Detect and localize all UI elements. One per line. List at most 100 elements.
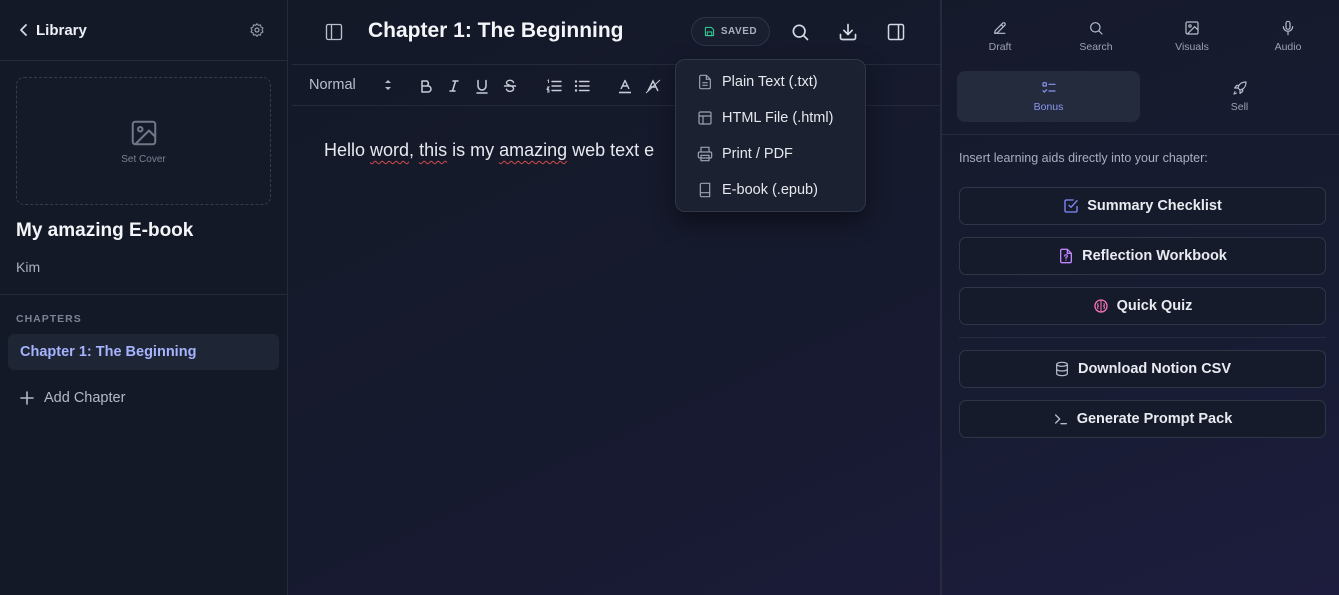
export-option-label: E-book (.epub) bbox=[722, 182, 818, 198]
gear-icon[interactable] bbox=[249, 22, 265, 38]
italic-icon bbox=[449, 80, 459, 92]
content-text: is my bbox=[447, 140, 500, 160]
tab-visuals[interactable]: Visuals bbox=[1157, 20, 1227, 53]
file-text-icon bbox=[697, 74, 713, 90]
tab-label: Visuals bbox=[1175, 41, 1209, 53]
list-check-icon bbox=[1041, 80, 1057, 96]
search-button[interactable] bbox=[788, 20, 812, 44]
export-epub-option[interactable]: E-book (.epub) bbox=[676, 172, 865, 208]
editor-content[interactable]: Hello word, this is my amazing web text … bbox=[324, 140, 654, 161]
misspelled-word: word bbox=[370, 140, 410, 160]
underline-button[interactable] bbox=[472, 76, 492, 96]
bold-icon bbox=[421, 80, 432, 93]
text-style-select[interactable]: Normal bbox=[309, 77, 356, 93]
action-label: Generate Prompt Pack bbox=[1076, 411, 1233, 427]
action-label: Quick Quiz bbox=[1116, 298, 1193, 314]
left-sidebar: Library Set Cover My amazing E-book Kim … bbox=[0, 0, 288, 595]
tab-draft[interactable]: Draft bbox=[965, 20, 1035, 53]
export-html-option[interactable]: HTML File (.html) bbox=[676, 100, 865, 136]
editor-header: Chapter 1: The Beginning SAVED bbox=[288, 0, 940, 64]
content-text: Hello bbox=[324, 140, 371, 160]
book-title[interactable]: My amazing E-book bbox=[16, 220, 193, 242]
italic-button[interactable] bbox=[444, 76, 464, 96]
subtab-label: Bonus bbox=[1033, 101, 1064, 113]
book-author[interactable]: Kim bbox=[16, 259, 40, 275]
ordered-list-button[interactable] bbox=[544, 76, 564, 96]
set-cover-dropzone[interactable]: Set Cover bbox=[16, 77, 271, 205]
back-to-library-link[interactable]: Library bbox=[18, 22, 87, 39]
content-text: web text e bbox=[567, 140, 655, 160]
toggle-sidebar-button[interactable] bbox=[322, 20, 346, 44]
subtab-sell[interactable]: Sell bbox=[1148, 71, 1331, 122]
chapter-item[interactable]: Chapter 1: The Beginning bbox=[8, 334, 279, 370]
quick-quiz-button[interactable]: Quick Quiz bbox=[959, 287, 1326, 325]
panel-tabs: Draft Search Visuals Audio bbox=[942, 0, 1339, 66]
action-label: Summary Checklist bbox=[1087, 198, 1222, 214]
printer-icon bbox=[697, 146, 713, 162]
export-option-label: Plain Text (.txt) bbox=[722, 74, 818, 90]
panel-divider bbox=[942, 134, 1339, 135]
action-label: Reflection Workbook bbox=[1082, 248, 1227, 264]
chapter-title[interactable]: Chapter 1: The Beginning bbox=[368, 19, 624, 43]
search-icon bbox=[1088, 20, 1104, 36]
chapters-heading: CHAPTERS bbox=[16, 313, 82, 325]
layout-icon bbox=[697, 110, 713, 126]
text-color-button[interactable] bbox=[615, 76, 635, 96]
search-icon bbox=[792, 24, 809, 41]
tab-audio[interactable]: Audio bbox=[1253, 20, 1323, 53]
summary-checklist-button[interactable]: Summary Checklist bbox=[959, 187, 1326, 225]
reflection-workbook-button[interactable]: Reflection Workbook bbox=[959, 237, 1326, 275]
chevron-left-icon bbox=[18, 23, 30, 37]
download-notion-csv-button[interactable]: Download Notion CSV bbox=[959, 350, 1326, 388]
action-label: Download Notion CSV bbox=[1077, 361, 1232, 377]
status-badge: SAVED bbox=[691, 17, 770, 46]
save-status-label: SAVED bbox=[720, 26, 758, 37]
tab-label: Search bbox=[1079, 41, 1113, 53]
save-icon bbox=[704, 26, 715, 37]
export-option-label: Print / PDF bbox=[722, 146, 793, 162]
select-arrows-icon bbox=[384, 78, 392, 92]
text-color-icon bbox=[619, 79, 631, 93]
strikethrough-button[interactable] bbox=[500, 76, 520, 96]
export-txt-option[interactable]: Plain Text (.txt) bbox=[676, 64, 865, 100]
add-chapter-label: Add Chapter bbox=[44, 390, 126, 406]
check-square-icon bbox=[1063, 198, 1079, 214]
brain-icon bbox=[1093, 298, 1109, 314]
image-icon bbox=[129, 118, 159, 148]
export-option-label: HTML File (.html) bbox=[722, 110, 834, 126]
generate-prompt-pack-button[interactable]: Generate Prompt Pack bbox=[959, 400, 1326, 438]
right-panel: Draft Search Visuals Audio Bonus Sell In… bbox=[940, 0, 1339, 595]
toggle-right-panel-button[interactable] bbox=[884, 20, 908, 44]
tab-label: Draft bbox=[988, 41, 1012, 53]
highlight-icon bbox=[645, 78, 661, 93]
database-icon bbox=[1054, 361, 1070, 377]
highlight-button[interactable] bbox=[643, 76, 663, 96]
panel-left-icon bbox=[325, 23, 343, 41]
file-icon bbox=[1058, 248, 1074, 264]
back-label: Library bbox=[36, 21, 87, 39]
content-text: , bbox=[409, 140, 420, 160]
set-cover-label: Set Cover bbox=[121, 153, 166, 165]
export-pdf-option[interactable]: Print / PDF bbox=[676, 136, 865, 172]
subtab-bonus[interactable]: Bonus bbox=[957, 71, 1140, 122]
tab-search[interactable]: Search bbox=[1061, 20, 1131, 53]
terminal-icon bbox=[1053, 411, 1069, 427]
book-icon bbox=[697, 182, 713, 198]
export-button[interactable] bbox=[836, 20, 860, 44]
strikethrough-icon bbox=[503, 79, 517, 93]
bold-button[interactable] bbox=[416, 76, 436, 96]
bullet-list-button[interactable] bbox=[572, 76, 592, 96]
subtab-label: Sell bbox=[1230, 101, 1249, 113]
image-icon bbox=[1184, 20, 1200, 36]
add-chapter-button[interactable]: Add Chapter bbox=[20, 390, 125, 406]
pencil-icon bbox=[992, 20, 1008, 36]
panel-instruction: Insert learning aids directly into your … bbox=[959, 151, 1208, 165]
mic-icon bbox=[1280, 20, 1296, 36]
download-icon bbox=[839, 23, 857, 41]
ordered-list-icon bbox=[546, 79, 562, 93]
underline-icon bbox=[476, 79, 488, 94]
bullet-list-icon bbox=[574, 80, 590, 92]
rocket-icon bbox=[1232, 80, 1248, 96]
actions-divider bbox=[959, 337, 1326, 338]
misspelled-word: amazing bbox=[499, 140, 568, 160]
